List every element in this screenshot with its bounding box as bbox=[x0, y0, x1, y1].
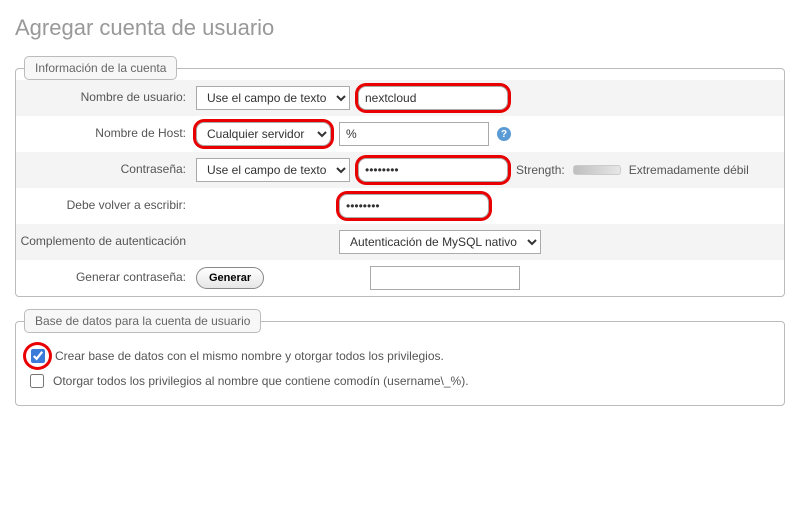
password-label: Contraseña: bbox=[16, 162, 196, 178]
generate-button[interactable]: Generar bbox=[196, 267, 264, 289]
page-title: Agregar cuenta de usuario bbox=[15, 15, 785, 41]
database-legend: Base de datos para la cuenta de usuario bbox=[24, 309, 261, 333]
row-repeat: Debe volver a escribir: bbox=[16, 188, 784, 224]
generated-password-input[interactable] bbox=[370, 266, 520, 290]
row-generate: Generar contraseña: Generar bbox=[16, 260, 784, 296]
strength-label: Strength: bbox=[516, 163, 565, 177]
account-info-fieldset: Información de la cuenta Nombre de usuar… bbox=[15, 56, 785, 297]
authplugin-select[interactable]: Autenticación de MySQL nativo bbox=[339, 230, 541, 254]
row-host: Nombre de Host: Cualquier servidor ? bbox=[16, 116, 784, 152]
db-option-wildcard: Otorgar todos los privilegios al nombre … bbox=[26, 371, 774, 391]
row-username: Nombre de usuario: Use el campo de texto bbox=[16, 80, 784, 116]
password-mode-select[interactable]: Use el campo de texto bbox=[196, 158, 350, 182]
password-input[interactable] bbox=[358, 158, 508, 182]
host-label: Nombre de Host: bbox=[16, 126, 196, 142]
username-label: Nombre de usuario: bbox=[16, 90, 196, 106]
username-input[interactable] bbox=[358, 86, 508, 110]
host-input[interactable] bbox=[339, 122, 489, 146]
strength-meter bbox=[573, 165, 621, 175]
wildcard-label: Otorgar todos los privilegios al nombre … bbox=[53, 374, 469, 388]
createdb-checkbox[interactable] bbox=[31, 349, 45, 363]
authplugin-label: Complemento de autenticación bbox=[16, 234, 196, 250]
host-select[interactable]: Cualquier servidor bbox=[196, 122, 331, 146]
repeat-password-input[interactable] bbox=[339, 194, 489, 218]
generate-label: Generar contraseña: bbox=[16, 270, 196, 286]
row-authplugin: Complemento de autenticación Autenticaci… bbox=[16, 224, 784, 260]
database-fieldset: Base de datos para la cuenta de usuario … bbox=[15, 309, 785, 406]
repeat-label: Debe volver a escribir: bbox=[16, 198, 196, 214]
wildcard-checkbox[interactable] bbox=[30, 374, 44, 388]
row-password: Contraseña: Use el campo de texto Streng… bbox=[16, 152, 784, 188]
help-icon[interactable]: ? bbox=[497, 127, 511, 141]
createdb-label: Crear base de datos con el mismo nombre … bbox=[55, 349, 444, 363]
strength-text: Extremadamente débil bbox=[629, 163, 749, 177]
db-option-createdb: Crear base de datos con el mismo nombre … bbox=[26, 345, 774, 367]
account-info-legend: Información de la cuenta bbox=[24, 56, 177, 80]
username-mode-select[interactable]: Use el campo de texto bbox=[196, 86, 350, 110]
